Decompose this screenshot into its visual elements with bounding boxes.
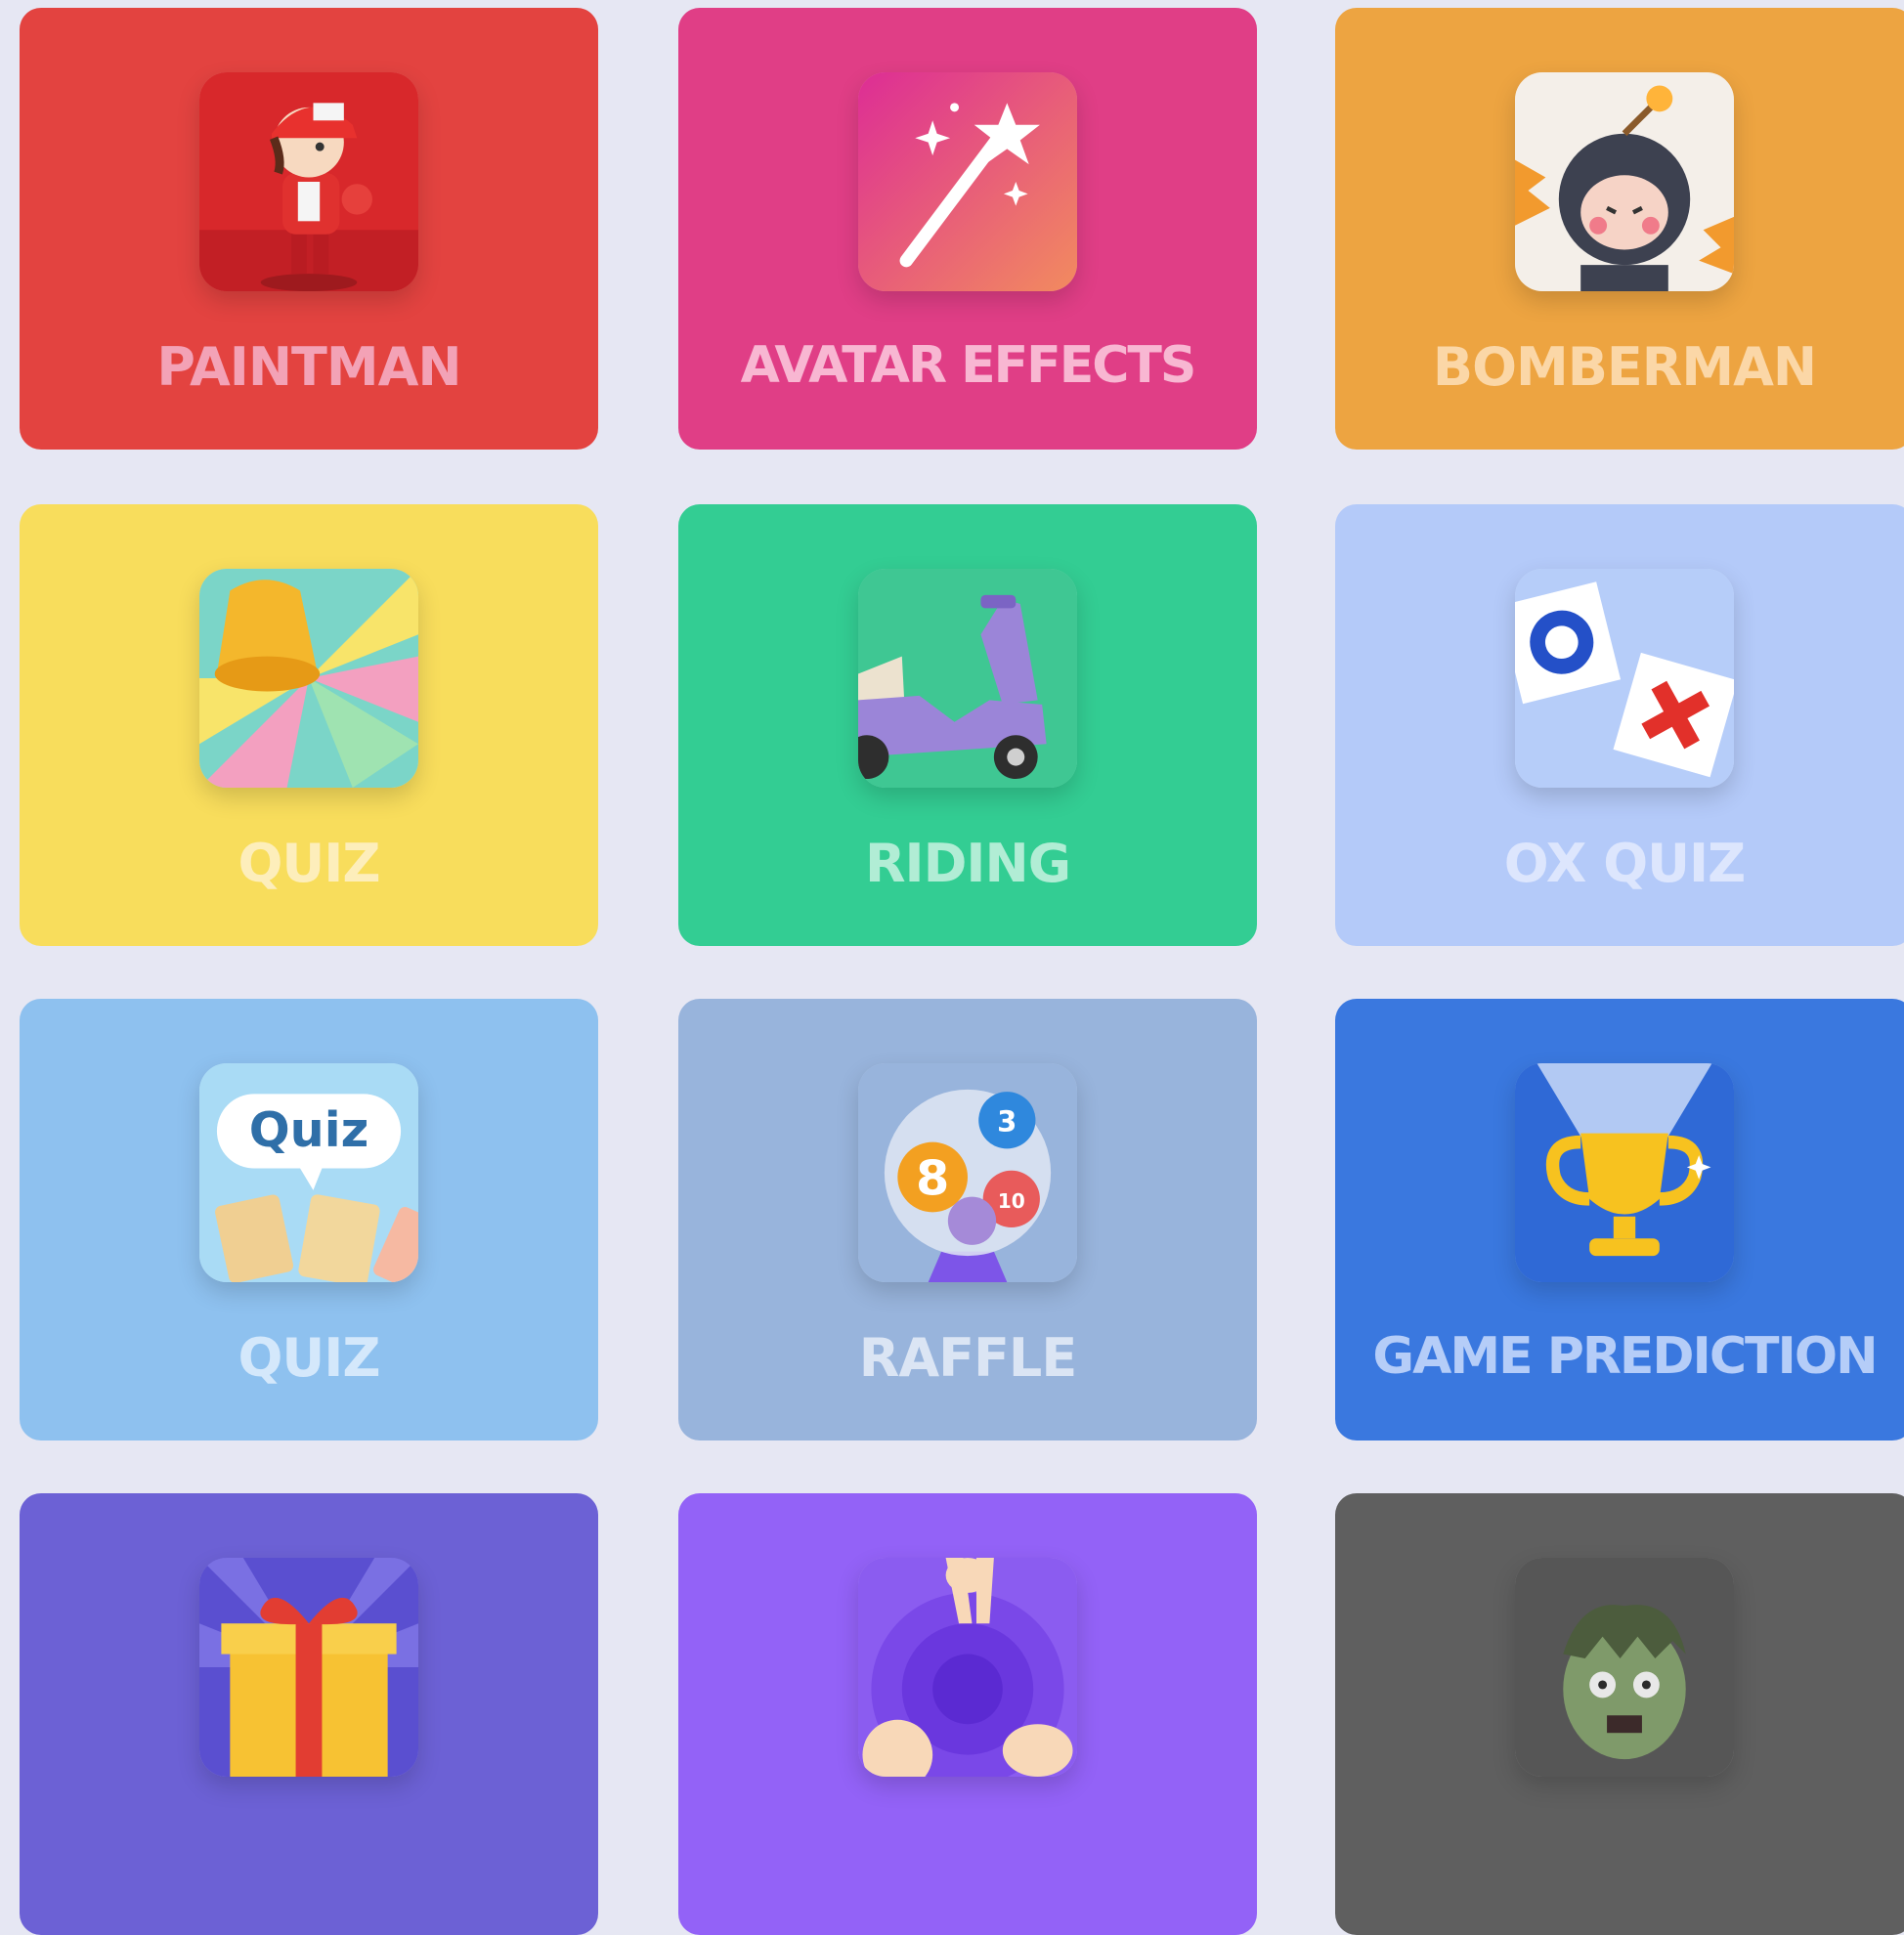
card-label: RAFFLE — [858, 1327, 1077, 1389]
gift-box-icon — [199, 1558, 418, 1777]
card-label: AVATAR EFFECTS — [740, 336, 1197, 395]
ox-quiz-icon — [1515, 569, 1734, 788]
paintman-icon — [199, 72, 418, 291]
magic-wand-icon — [858, 72, 1077, 291]
game-card-game-prediction[interactable]: GAME PREDICTION — [1335, 999, 1904, 1440]
card-label: GAME PREDICTION — [1372, 1327, 1878, 1386]
game-card-gift[interactable] — [20, 1493, 598, 1935]
trophy-icon — [1515, 1063, 1734, 1282]
game-card-rock-paper-scissors[interactable] — [678, 1493, 1257, 1935]
card-label: QUIZ — [238, 1327, 380, 1389]
game-card-bomberman[interactable]: BOMBERMAN — [1335, 8, 1904, 450]
game-card-zombie[interactable] — [1335, 1493, 1904, 1935]
game-card-quiz[interactable]: QUIZ — [20, 504, 598, 946]
game-card-ox-quiz[interactable]: OX QUIZ — [1335, 504, 1904, 946]
card-label: OX QUIZ — [1503, 833, 1746, 894]
rock-paper-scissors-icon — [858, 1558, 1077, 1777]
svg-text:10: 10 — [998, 1189, 1025, 1213]
card-label: RIDING — [864, 833, 1071, 894]
game-card-riding[interactable]: RIDING — [678, 504, 1257, 946]
game-card-quiz-2[interactable]: Quiz QUIZ — [20, 999, 598, 1440]
scooter-icon — [858, 569, 1077, 788]
svg-text:3: 3 — [997, 1104, 1017, 1138]
quiz-bell-icon — [199, 569, 418, 788]
svg-text:Quiz: Quiz — [249, 1101, 369, 1158]
card-label: BOMBERMAN — [1432, 336, 1817, 398]
svg-text:8: 8 — [916, 1149, 949, 1206]
raffle-balls-icon: 8 3 10 — [858, 1063, 1077, 1282]
game-card-avatar-effects[interactable]: AVATAR EFFECTS — [678, 8, 1257, 450]
quiz-cards-icon: Quiz — [199, 1063, 418, 1282]
game-card-paintman[interactable]: PAINTMAN — [20, 8, 598, 450]
zombie-icon — [1515, 1558, 1734, 1777]
bomberman-icon — [1515, 72, 1734, 291]
card-label: QUIZ — [238, 833, 380, 894]
game-card-raffle[interactable]: 8 3 10 RAFFLE — [678, 999, 1257, 1440]
card-label: PAINTMAN — [156, 336, 461, 398]
